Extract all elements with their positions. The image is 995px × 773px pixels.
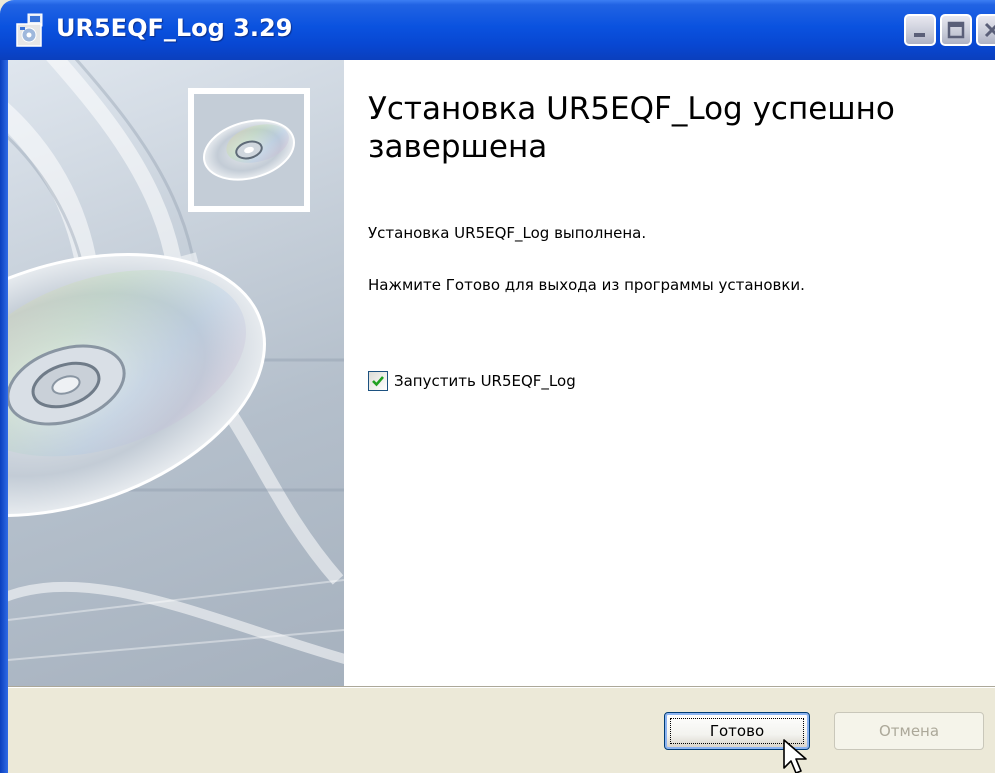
minimize-icon [914,33,925,37]
wizard-banner-image [8,60,344,686]
installer-icon [14,12,50,48]
page-title: Установка UR5EQF_Log успешно завершена [368,91,895,165]
minimize-button[interactable] [904,14,936,46]
title-bar[interactable]: UR5EQF_Log 3.29 [0,0,995,60]
launch-app-checkbox[interactable] [368,371,388,391]
cancel-button[interactable]: Отмена [834,712,984,750]
mouse-pointer-icon [783,739,807,773]
window-title: UR5EQF_Log 3.29 [56,14,293,42]
wizard-footer: Готово Отмена [8,688,995,773]
launch-app-label[interactable]: Запустить UR5EQF_Log [394,372,576,390]
finish-instruction: Нажмите Готово для выхода из программы у… [368,276,805,294]
maximize-icon [947,21,965,39]
close-icon [984,22,995,38]
wizard-content: Установка UR5EQF_Log успешно завершена У… [344,60,995,686]
checkmark-icon [372,376,384,387]
cd-disc-artwork [8,60,344,665]
cancel-button-label: Отмена [878,722,940,740]
completion-message: Установка UR5EQF_Log выполнена. [368,224,647,242]
close-button[interactable] [976,14,995,46]
maximize-button[interactable] [940,14,972,46]
window-frame-left [0,60,8,773]
launch-app-option[interactable]: Запустить UR5EQF_Log [368,370,576,392]
installer-window: UR5EQF_Log 3.29 Установка UR5EQF_Log усп… [0,0,995,773]
